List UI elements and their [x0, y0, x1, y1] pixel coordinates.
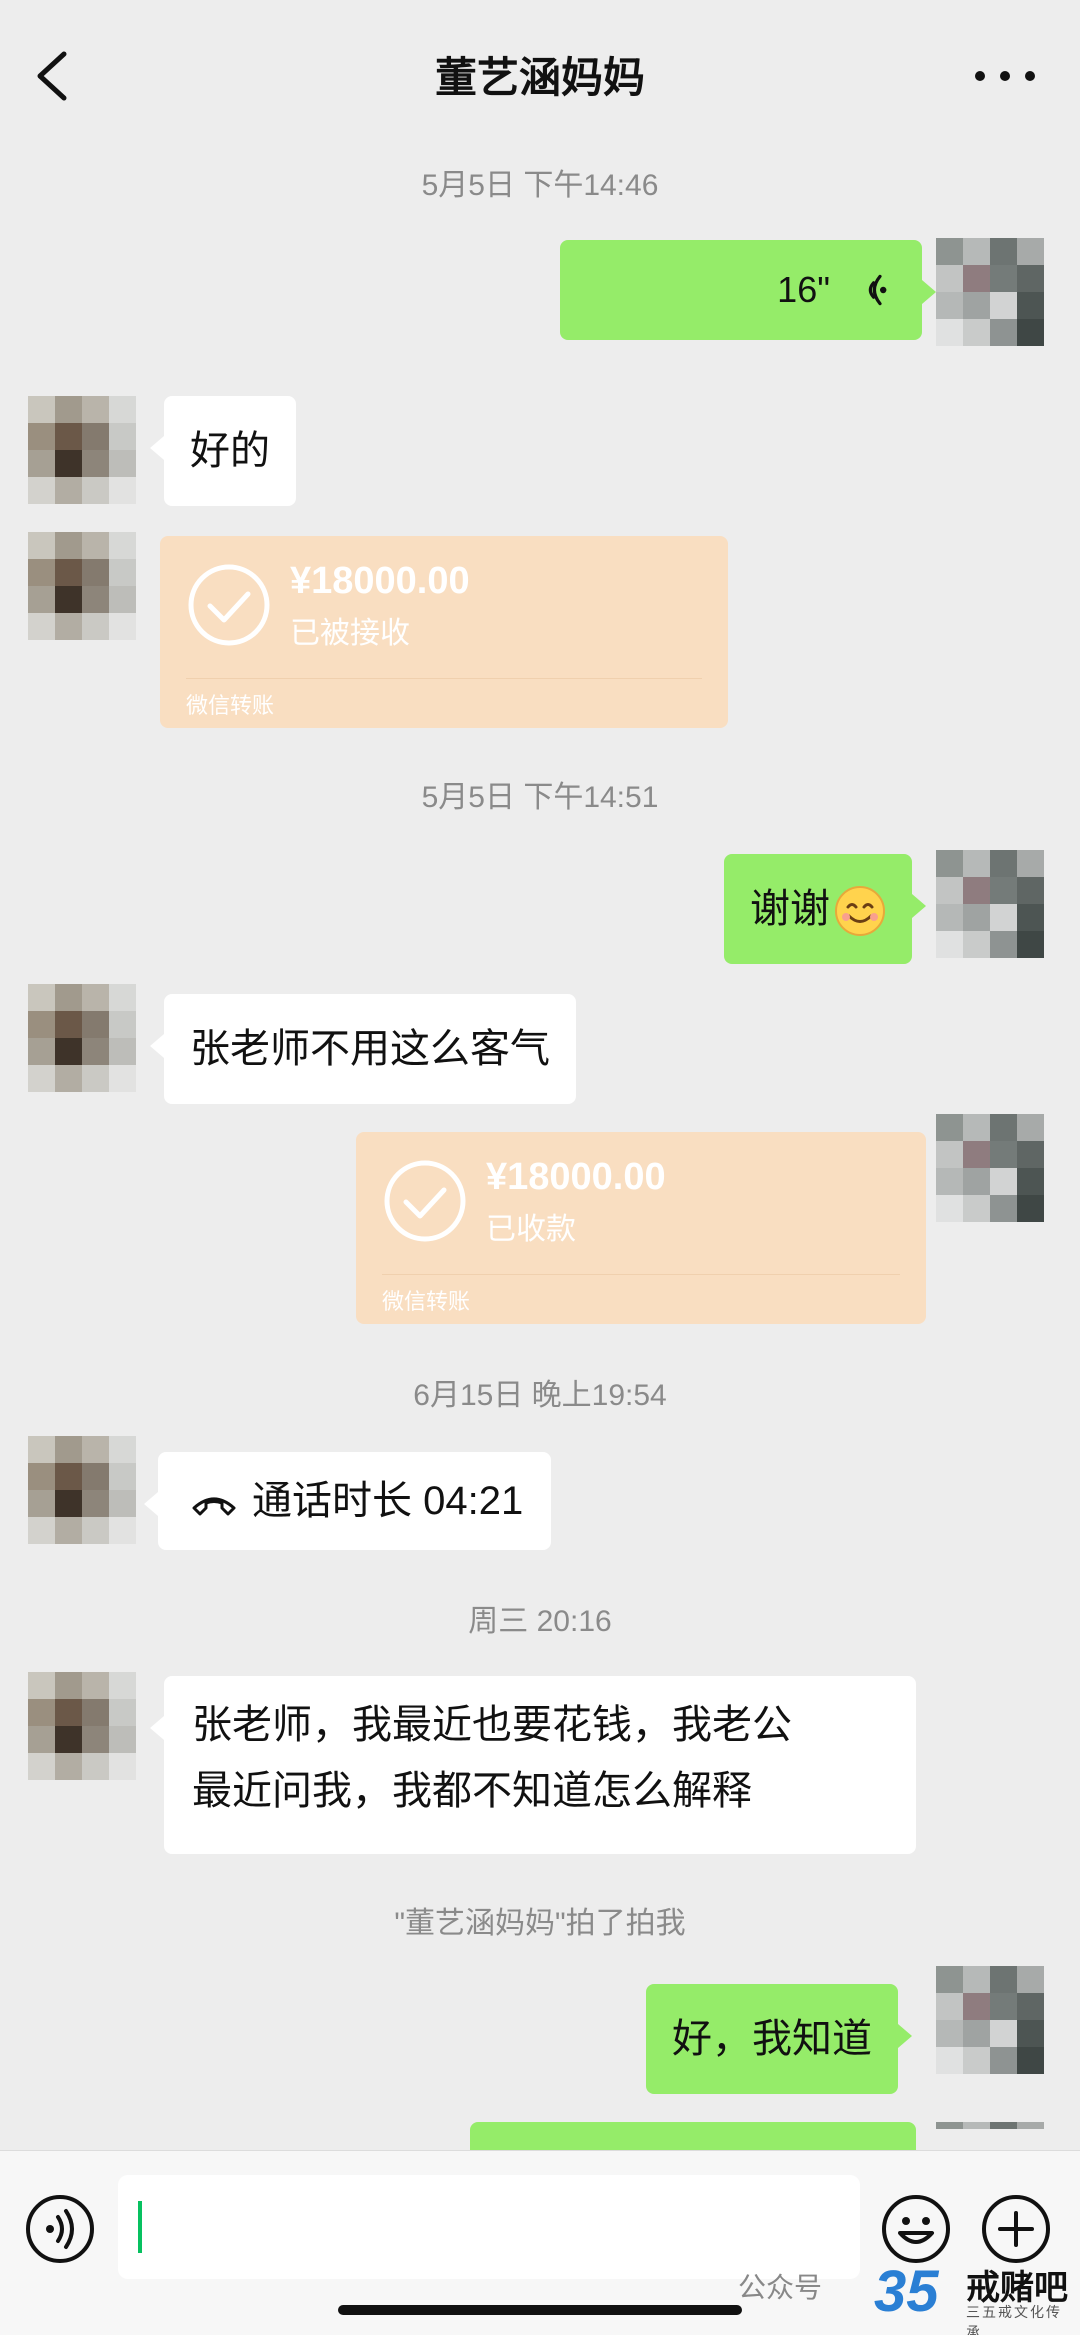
my-avatar[interactable] — [936, 2122, 1044, 2150]
contact-avatar[interactable] — [28, 1672, 136, 1780]
phone-hangup-icon — [192, 1497, 236, 1516]
my-avatar[interactable] — [936, 1966, 1044, 2074]
message-text: 好，我知道 — [646, 1984, 912, 2094]
chevron-left-icon[interactable] — [28, 48, 78, 104]
message-text: 张老师不用这么客气 — [150, 994, 576, 1104]
watermark-logo: 35 戒赌吧 三五戒文化传承 — [870, 2256, 1070, 2335]
transfer-status: 已收款 — [486, 1213, 576, 1246]
message-line: 最近问我，我都不知道怎么解释 — [192, 1769, 752, 1813]
message-line: 张老师，我最近也要花钱，我老公 — [192, 1703, 792, 1747]
my-avatar[interactable] — [936, 850, 1044, 958]
chat-header: 董艺涵妈妈 — [0, 0, 1080, 140]
emoji-icon[interactable] — [880, 2193, 952, 2265]
contact-avatar[interactable] — [28, 984, 136, 1092]
message-text: 好的 — [150, 396, 296, 506]
contact-avatar[interactable] — [28, 396, 136, 504]
message-text-content: 谢谢 — [750, 887, 830, 931]
transfer-footer: 微信转账 — [382, 1289, 471, 1314]
logo-sub: 三五戒文化传承 — [966, 2304, 1062, 2335]
transfer-footer: 微信转账 — [186, 693, 275, 718]
contact-avatar[interactable] — [28, 1436, 136, 1544]
voice-input-icon[interactable] — [24, 2193, 96, 2265]
message-text: 谢谢 — [724, 854, 926, 964]
message-input[interactable] — [118, 2175, 860, 2279]
call-duration: 通话时长 04:21 — [252, 1479, 524, 1523]
timestamp: 6月15日 晚上19:54 — [413, 1379, 667, 1412]
home-indicator[interactable] — [338, 2305, 742, 2315]
divider — [186, 678, 702, 679]
contact-avatar[interactable] — [28, 532, 136, 640]
my-avatar[interactable] — [936, 238, 1044, 346]
voice-duration: 16" — [777, 269, 830, 310]
transfer-amount: ¥18000.00 — [290, 560, 470, 602]
check-circle-icon — [384, 1160, 466, 1242]
more-dots-icon[interactable] — [970, 64, 1040, 88]
voice-message[interactable]: 16" — [560, 240, 936, 340]
my-avatar[interactable] — [936, 1114, 1044, 1222]
smile-emoji-icon — [835, 886, 885, 937]
plus-circle-icon[interactable] — [980, 2193, 1052, 2265]
transfer-card[interactable]: ¥18000.00 已收款 微信转账 — [356, 1132, 926, 1324]
chat-title: 董艺涵妈妈 — [434, 54, 645, 101]
timestamp: 5月5日 下午14:51 — [421, 781, 659, 814]
logo-number: 35 — [874, 2259, 939, 2324]
voice-wave-icon — [868, 274, 887, 306]
divider — [382, 1274, 900, 1275]
message-text: 张老师，我最近也要花钱，我老公 最近问我，我都不知道怎么解释 — [150, 1676, 916, 1854]
text-caret — [138, 2201, 142, 2253]
check-circle-icon — [188, 564, 270, 646]
timestamp: 周三 20:16 — [468, 1605, 612, 1638]
pat-notice: "董艺涵妈妈"拍了拍我 — [394, 1907, 686, 1940]
transfer-status: 已被接收 — [290, 617, 410, 650]
timestamp: 5月5日 下午14:46 — [421, 169, 659, 202]
watermark-text: 公众号 — [738, 2272, 823, 2303]
call-record[interactable]: 通话时长 04:21 — [143, 1452, 552, 1550]
transfer-card[interactable]: ¥18000.00 已被接收 微信转账 — [160, 536, 728, 728]
transfer-amount: ¥18000.00 — [486, 1156, 666, 1198]
